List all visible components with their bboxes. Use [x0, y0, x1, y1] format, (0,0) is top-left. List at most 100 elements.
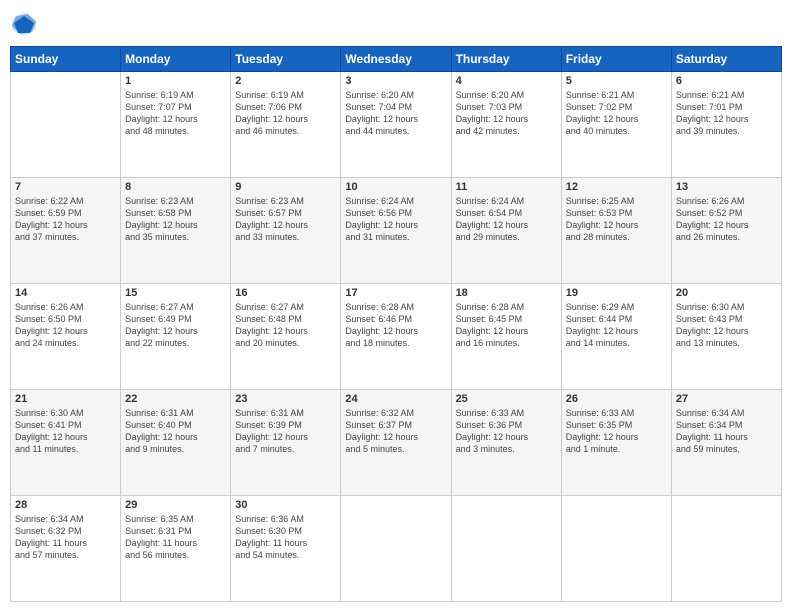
day-cell: 3Sunrise: 6:20 AM Sunset: 7:04 PM Daylig…	[341, 72, 451, 178]
day-number: 12	[566, 181, 667, 193]
day-cell: 26 Sunrise: 6:33 AM Sunset: 6:35 PM Dayli…	[561, 390, 671, 496]
day-number: 26	[566, 393, 667, 405]
day-number: 17	[345, 287, 446, 299]
week-row-1: 7 Sunrise: 6:22 AM Sunset: 6:59 PM Daylig…	[11, 178, 782, 284]
col-header-thursday: Thursday	[451, 47, 561, 72]
day-number: 1	[125, 75, 226, 87]
day-number: 13	[676, 181, 777, 193]
day-cell: 17 Sunrise: 6:28 AM Sunset: 6:46 PM Dayli…	[341, 284, 451, 390]
day-info: Sunrise: 6:27 AM Sunset: 6:49 PM Dayligh…	[125, 301, 226, 350]
day-info: Sunrise: 6:21 AM Sunset: 7:01 PM Dayligh…	[676, 89, 777, 138]
calendar-header: SundayMondayTuesdayWednesdayThursdayFrid…	[11, 47, 782, 72]
week-row-0: 1 Sunrise: 6:19 AM Sunset: 7:07 PM Daylig…	[11, 72, 782, 178]
day-info: Sunrise: 6:35 AM Sunset: 6:31 PM Dayligh…	[125, 513, 226, 562]
day-cell: 25 Sunrise: 6:33 AM Sunset: 6:36 PM Dayli…	[451, 390, 561, 496]
header	[10, 10, 782, 38]
day-cell: 9 Sunrise: 6:23 AM Sunset: 6:57 PM Daylig…	[231, 178, 341, 284]
day-number: 18	[456, 287, 557, 299]
col-header-sunday: Sunday	[11, 47, 121, 72]
day-cell: 12 Sunrise: 6:25 AM Sunset: 6:53 PM Dayli…	[561, 178, 671, 284]
day-info: Sunrise: 6:33 AM Sunset: 6:35 PM Dayligh…	[566, 407, 667, 456]
day-number: 27	[676, 393, 777, 405]
day-info: Sunrise: 6:24 AM Sunset: 6:56 PM Dayligh…	[345, 195, 446, 244]
day-number: 30	[235, 499, 336, 511]
day-info: Sunrise: 6:34 AM Sunset: 6:32 PM Dayligh…	[15, 513, 116, 562]
day-number: 6	[676, 75, 777, 87]
day-cell: 8Sunrise: 6:23 AM Sunset: 6:58 PM Daylig…	[121, 178, 231, 284]
day-info: Sunrise: 6:23 AM Sunset: 6:57 PM Dayligh…	[235, 195, 336, 244]
day-cell: 20 Sunrise: 6:30 AM Sunset: 6:43 PM Dayli…	[671, 284, 781, 390]
page: SundayMondayTuesdayWednesdayThursdayFrid…	[0, 0, 792, 612]
day-cell: 28Sunrise: 6:34 AM Sunset: 6:32 PM Dayli…	[11, 496, 121, 602]
day-info: Sunrise: 6:22 AM Sunset: 6:59 PM Dayligh…	[15, 195, 116, 244]
day-cell: 22Sunrise: 6:31 AM Sunset: 6:40 PM Dayli…	[121, 390, 231, 496]
day-cell: 6 Sunrise: 6:21 AM Sunset: 7:01 PM Daylig…	[671, 72, 781, 178]
day-cell: 15Sunrise: 6:27 AM Sunset: 6:49 PM Dayli…	[121, 284, 231, 390]
day-cell: 23 Sunrise: 6:31 AM Sunset: 6:39 PM Dayli…	[231, 390, 341, 496]
logo-icon	[10, 10, 38, 38]
logo	[10, 10, 42, 38]
day-cell: 27 Sunrise: 6:34 AM Sunset: 6:34 PM Dayli…	[671, 390, 781, 496]
day-info: Sunrise: 6:19 AM Sunset: 7:06 PM Dayligh…	[235, 89, 336, 138]
header-row: SundayMondayTuesdayWednesdayThursdayFrid…	[11, 47, 782, 72]
day-cell: 29 Sunrise: 6:35 AM Sunset: 6:31 PM Dayli…	[121, 496, 231, 602]
day-info: Sunrise: 6:19 AM Sunset: 7:07 PM Dayligh…	[125, 89, 226, 138]
day-number: 2	[235, 75, 336, 87]
day-cell	[451, 496, 561, 602]
day-info: Sunrise: 6:25 AM Sunset: 6:53 PM Dayligh…	[566, 195, 667, 244]
day-cell: 1 Sunrise: 6:19 AM Sunset: 7:07 PM Daylig…	[121, 72, 231, 178]
day-cell: 16 Sunrise: 6:27 AM Sunset: 6:48 PM Dayli…	[231, 284, 341, 390]
day-info: Sunrise: 6:30 AM Sunset: 6:43 PM Dayligh…	[676, 301, 777, 350]
day-number: 23	[235, 393, 336, 405]
day-cell: 13Sunrise: 6:26 AM Sunset: 6:52 PM Dayli…	[671, 178, 781, 284]
day-info: Sunrise: 6:28 AM Sunset: 6:45 PM Dayligh…	[456, 301, 557, 350]
day-cell: 4Sunrise: 6:20 AM Sunset: 7:03 PM Daylig…	[451, 72, 561, 178]
day-info: Sunrise: 6:36 AM Sunset: 6:30 PM Dayligh…	[235, 513, 336, 562]
day-number: 21	[15, 393, 116, 405]
day-number: 9	[235, 181, 336, 193]
col-header-saturday: Saturday	[671, 47, 781, 72]
col-header-wednesday: Wednesday	[341, 47, 451, 72]
day-info: Sunrise: 6:24 AM Sunset: 6:54 PM Dayligh…	[456, 195, 557, 244]
day-number: 14	[15, 287, 116, 299]
day-cell: 18 Sunrise: 6:28 AM Sunset: 6:45 PM Dayli…	[451, 284, 561, 390]
day-number: 24	[345, 393, 446, 405]
day-cell: 14Sunrise: 6:26 AM Sunset: 6:50 PM Dayli…	[11, 284, 121, 390]
day-cell	[341, 496, 451, 602]
day-cell: 30 Sunrise: 6:36 AM Sunset: 6:30 PM Dayli…	[231, 496, 341, 602]
calendar-table: SundayMondayTuesdayWednesdayThursdayFrid…	[10, 46, 782, 602]
day-number: 25	[456, 393, 557, 405]
day-cell	[11, 72, 121, 178]
day-number: 20	[676, 287, 777, 299]
day-number: 16	[235, 287, 336, 299]
day-number: 11	[456, 181, 557, 193]
week-row-4: 28Sunrise: 6:34 AM Sunset: 6:32 PM Dayli…	[11, 496, 782, 602]
day-cell: 7 Sunrise: 6:22 AM Sunset: 6:59 PM Daylig…	[11, 178, 121, 284]
day-info: Sunrise: 6:23 AM Sunset: 6:58 PM Dayligh…	[125, 195, 226, 244]
day-info: Sunrise: 6:31 AM Sunset: 6:39 PM Dayligh…	[235, 407, 336, 456]
col-header-tuesday: Tuesday	[231, 47, 341, 72]
calendar-body: 1 Sunrise: 6:19 AM Sunset: 7:07 PM Daylig…	[11, 72, 782, 602]
week-row-3: 21Sunrise: 6:30 AM Sunset: 6:41 PM Dayli…	[11, 390, 782, 496]
day-cell: 2 Sunrise: 6:19 AM Sunset: 7:06 PM Daylig…	[231, 72, 341, 178]
week-row-2: 14Sunrise: 6:26 AM Sunset: 6:50 PM Dayli…	[11, 284, 782, 390]
day-cell: 19 Sunrise: 6:29 AM Sunset: 6:44 PM Dayli…	[561, 284, 671, 390]
day-cell	[561, 496, 671, 602]
day-info: Sunrise: 6:27 AM Sunset: 6:48 PM Dayligh…	[235, 301, 336, 350]
day-info: Sunrise: 6:32 AM Sunset: 6:37 PM Dayligh…	[345, 407, 446, 456]
day-cell	[671, 496, 781, 602]
day-cell: 5Sunrise: 6:21 AM Sunset: 7:02 PM Daylig…	[561, 72, 671, 178]
day-info: Sunrise: 6:33 AM Sunset: 6:36 PM Dayligh…	[456, 407, 557, 456]
day-cell: 24 Sunrise: 6:32 AM Sunset: 6:37 PM Dayli…	[341, 390, 451, 496]
day-number: 29	[125, 499, 226, 511]
day-info: Sunrise: 6:34 AM Sunset: 6:34 PM Dayligh…	[676, 407, 777, 456]
day-info: Sunrise: 6:21 AM Sunset: 7:02 PM Dayligh…	[566, 89, 667, 138]
day-number: 19	[566, 287, 667, 299]
day-cell: 11 Sunrise: 6:24 AM Sunset: 6:54 PM Dayli…	[451, 178, 561, 284]
day-number: 22	[125, 393, 226, 405]
day-number: 10	[345, 181, 446, 193]
day-number: 7	[15, 181, 116, 193]
day-info: Sunrise: 6:28 AM Sunset: 6:46 PM Dayligh…	[345, 301, 446, 350]
col-header-friday: Friday	[561, 47, 671, 72]
day-info: Sunrise: 6:29 AM Sunset: 6:44 PM Dayligh…	[566, 301, 667, 350]
